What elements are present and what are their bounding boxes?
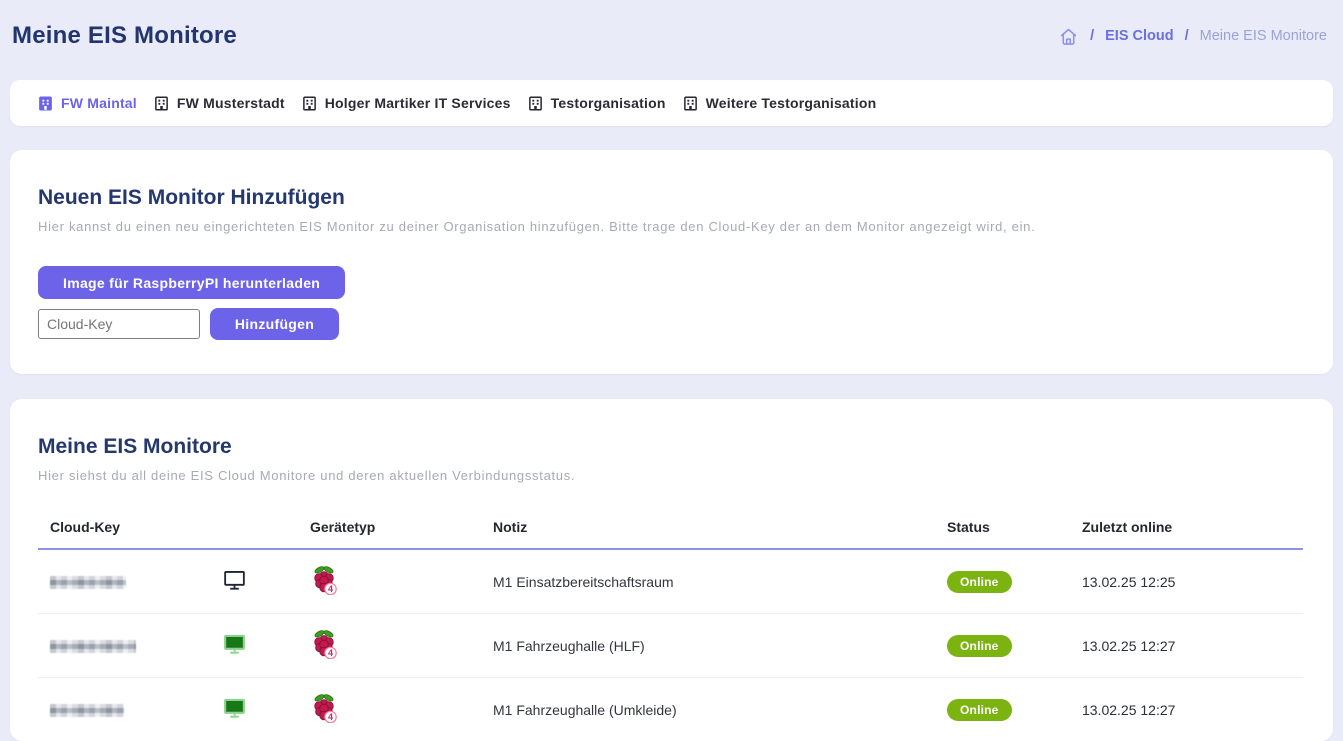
raspberry-pi-icon: 4 bbox=[310, 565, 338, 595]
table-row: 4 M1 Fahrzeughalle (HLF) Online 13.02.25… bbox=[38, 614, 1303, 678]
breadcrumb-separator: / bbox=[1185, 28, 1189, 44]
tab-label: FW Musterstadt bbox=[177, 95, 285, 111]
tab-label: Weitere Testorganisation bbox=[706, 95, 877, 111]
tab-fw-musterstadt[interactable]: FW Musterstadt bbox=[154, 95, 285, 111]
header-geraetetyp: Gerätetyp bbox=[265, 509, 481, 549]
building-icon bbox=[154, 96, 169, 111]
header-zuletzt-online: Zuletzt online bbox=[1070, 509, 1303, 549]
building-icon bbox=[683, 96, 698, 111]
table-row: 4 M1 Fahrzeughalle (Umkleide) Online 13.… bbox=[38, 678, 1303, 741]
cloud-key-censored bbox=[50, 640, 136, 653]
raspberry-pi-version-badge: 4 bbox=[328, 712, 333, 722]
monitor-note: M1 Fahrzeughalle (HLF) bbox=[481, 614, 935, 678]
breadcrumb-current-page: Meine EIS Monitore bbox=[1200, 28, 1327, 44]
breadcrumb-separator: / bbox=[1090, 28, 1094, 44]
building-icon bbox=[38, 96, 53, 111]
tab-testorganisation[interactable]: Testorganisation bbox=[528, 95, 666, 111]
add-monitor-card: Neuen EIS Monitor Hinzufügen Hier kannst… bbox=[10, 150, 1333, 374]
building-icon bbox=[302, 96, 317, 111]
header-notiz: Notiz bbox=[481, 509, 935, 549]
raspberry-pi-icon: 4 bbox=[310, 693, 338, 723]
tab-label: Holger Martiker IT Services bbox=[325, 95, 511, 111]
header-cloud-key: Cloud-Key bbox=[38, 509, 203, 549]
raspberry-pi-version-badge: 4 bbox=[328, 648, 333, 658]
breadcrumb-eis-cloud[interactable]: EIS Cloud bbox=[1105, 28, 1173, 44]
table-row: 4 M1 Einsatzbereitschaftsraum Online 13.… bbox=[38, 549, 1303, 614]
raspberry-pi-version-badge: 4 bbox=[328, 584, 333, 594]
last-online: 13.02.25 12:27 bbox=[1070, 678, 1303, 741]
cloud-key-row: Hinzufügen bbox=[38, 308, 1305, 340]
tab-fw-maintal[interactable]: FW Maintal bbox=[38, 95, 137, 111]
status-badge: Online bbox=[947, 571, 1012, 593]
cloud-key-censored bbox=[50, 576, 126, 589]
monitor-green-icon bbox=[223, 698, 246, 719]
monitors-card: Meine EIS Monitore Hier siehst du all de… bbox=[10, 399, 1333, 741]
monitors-card-subtitle: Hier siehst du all deine EIS Cloud Monit… bbox=[38, 468, 1305, 483]
last-online: 13.02.25 12:25 bbox=[1070, 549, 1303, 614]
building-icon bbox=[528, 96, 543, 111]
page: Meine EIS Monitore / EIS Cloud / Meine E… bbox=[0, 0, 1343, 741]
page-title: Meine EIS Monitore bbox=[12, 22, 237, 50]
monitors-table: Cloud-Key Gerätetyp Notiz Status Zuletzt… bbox=[38, 509, 1303, 741]
header-screen bbox=[203, 509, 265, 549]
monitors-card-title: Meine EIS Monitore bbox=[38, 435, 1305, 459]
home-icon[interactable] bbox=[1058, 26, 1079, 47]
status-badge: Online bbox=[947, 699, 1012, 721]
add-monitor-button[interactable]: Hinzufügen bbox=[210, 308, 339, 340]
status-badge: Online bbox=[947, 635, 1012, 657]
monitor-green-icon bbox=[223, 634, 246, 655]
tab-weitere-testorganisation[interactable]: Weitere Testorganisation bbox=[683, 95, 877, 111]
add-monitor-card-subtitle: Hier kannst du einen neu eingerichteten … bbox=[38, 219, 1305, 234]
raspberry-pi-icon: 4 bbox=[310, 629, 338, 659]
download-raspberrypi-image-button[interactable]: Image für RaspberryPI herunterladen bbox=[38, 266, 345, 299]
tab-label: Testorganisation bbox=[551, 95, 666, 111]
tab-label: FW Maintal bbox=[61, 95, 137, 111]
tab-holger-martiker-it-services[interactable]: Holger Martiker IT Services bbox=[302, 95, 511, 111]
header-status: Status bbox=[935, 509, 1070, 549]
page-header: Meine EIS Monitore / EIS Cloud / Meine E… bbox=[0, 0, 1343, 50]
organization-tab-bar: FW Maintal FW Musterstadt Holger Martike… bbox=[10, 80, 1333, 126]
monitor-note: M1 Einsatzbereitschaftsraum bbox=[481, 549, 935, 614]
last-online: 13.02.25 12:27 bbox=[1070, 614, 1303, 678]
add-monitor-card-title: Neuen EIS Monitor Hinzufügen bbox=[38, 186, 1305, 210]
cloud-key-input[interactable] bbox=[38, 309, 200, 339]
breadcrumb: / EIS Cloud / Meine EIS Monitore bbox=[1058, 26, 1327, 47]
table-header-row: Cloud-Key Gerätetyp Notiz Status Zuletzt… bbox=[38, 509, 1303, 549]
monitor-outline-icon bbox=[223, 570, 246, 591]
cloud-key-censored bbox=[50, 704, 124, 717]
monitor-note: M1 Fahrzeughalle (Umkleide) bbox=[481, 678, 935, 741]
